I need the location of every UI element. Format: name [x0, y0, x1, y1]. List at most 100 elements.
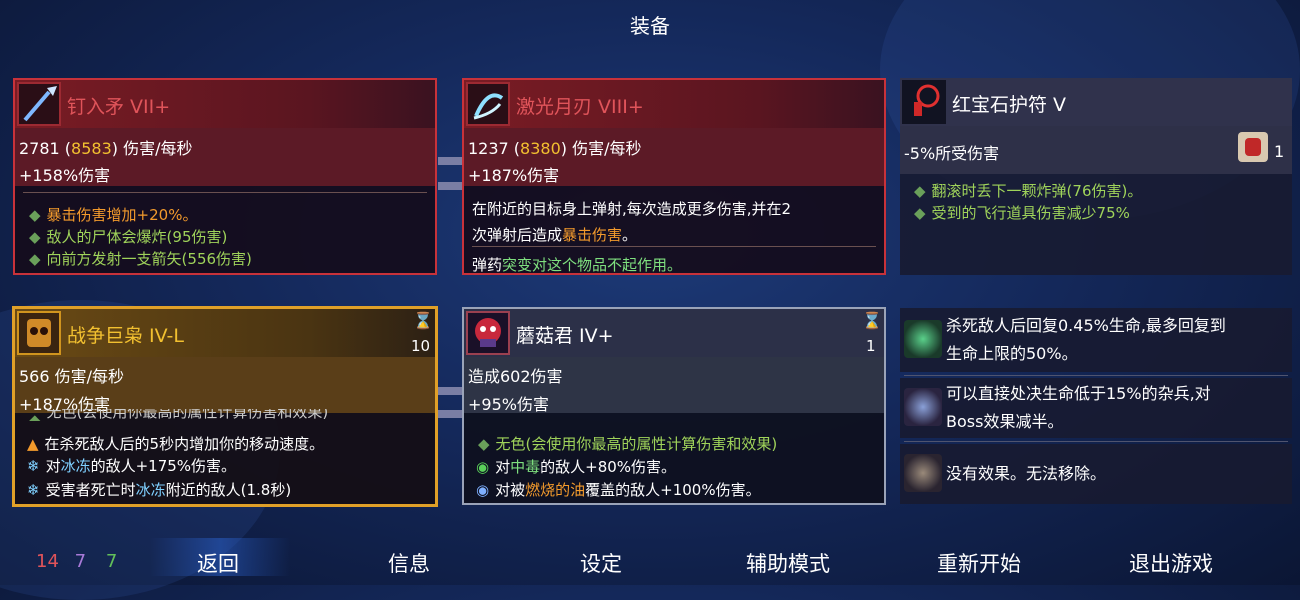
bullet-icon: ◆ — [29, 411, 41, 421]
description-text: 次弹射后造成 — [472, 226, 563, 244]
effect-text: 无色(会使用你最高的属性计算伤害和效果) — [46, 409, 329, 421]
swap-arrow-icon[interactable] — [438, 182, 464, 190]
bullet-icon: ◆ — [914, 204, 926, 222]
divider — [904, 375, 1288, 376]
item-name: 激光月刃 VIII+ — [516, 96, 644, 118]
note-text: 弹药 — [472, 256, 503, 274]
poison-icon: ◉ — [476, 458, 490, 476]
nav-restart-button[interactable]: 重新开始 — [937, 548, 1021, 578]
effect-text: 的敌人+80%伤害。 — [540, 458, 677, 476]
effect-line: ◉ 对被燃烧的油覆盖的敌人+100%伤害。 — [476, 479, 761, 500]
dps-base: 1237 — [468, 139, 509, 158]
bullet-icon: ◆ — [29, 228, 41, 246]
effect-line: ◆ 翻滚时丢下一颗炸弹(76伤害)。 — [914, 180, 1142, 201]
weapon-card-1[interactable]: 钉入矛 VII+ 2781 (8583) 伤害/每秒 +158%伤害 ◆ 暴击伤害… — [13, 78, 437, 275]
freeze-icon: ❄ — [27, 481, 40, 499]
nav-quit-button[interactable]: 退出游戏 — [1129, 548, 1213, 578]
dps-line: 2781 (8583) 伤害/每秒 — [19, 139, 193, 158]
dps-line: 1237 (8380) 伤害/每秒 — [468, 139, 642, 158]
mutation-note: 弹药突变对这个物品不起作用。 — [472, 254, 682, 275]
mutation-item-1[interactable]: 杀死敌人后回复0.45%生命,最多回复到 生命上限的50%。 — [900, 308, 1292, 372]
scroll-counts: 14 7 7 — [36, 551, 117, 572]
execution-icon — [904, 388, 942, 426]
mutation-line: 杀死敌人后回复0.45%生命,最多回复到 — [946, 316, 1226, 335]
effect-text: 对被 — [495, 481, 526, 499]
dps-max: 8583 — [71, 139, 112, 158]
ruby-amulet-icon — [902, 80, 946, 124]
effect-text: 无色(会使用你最高的属性计算伤害和效果) — [495, 435, 778, 453]
item-name: 蘑菇君 IV+ — [516, 325, 614, 347]
description-line: 次弹射后造成暴击伤害。 — [472, 224, 637, 245]
bullet-icon: ◆ — [914, 182, 926, 200]
skill-card-2[interactable]: 蘑菇君 IV+ ⌛ 1 造成602伤害 +95%伤害 ◆ 无色(会使用你最高的属性… — [462, 307, 886, 505]
mutation-line: Boss效果减半。 — [946, 412, 1064, 431]
description-line: 在附近的目标身上弹射,每次造成更多伤害,并在2 — [472, 200, 792, 218]
fist-shape — [1245, 138, 1261, 156]
nav-settings-button[interactable]: 设定 — [580, 548, 622, 578]
swap-arrow-icon[interactable] — [438, 157, 464, 165]
nav-info-button[interactable]: 信息 — [388, 548, 430, 578]
page-title: 装备 — [630, 14, 670, 38]
effect-line-cut: ◆ 无色(会使用你最高的属性计算伤害和效果) — [29, 409, 328, 421]
effect-line: ▲ 在杀死敌人后的5秒内增加你的移动速度。 — [27, 433, 324, 454]
bullet-icon: ◆ — [29, 206, 41, 224]
brutality-count: 14 — [36, 551, 59, 572]
damage-bonus: +158%伤害 — [19, 166, 111, 185]
effect-line: ◆ 敌人的尸体会爆炸(95伤害) — [29, 226, 227, 247]
divider — [904, 441, 1288, 442]
oil-keyword: 燃烧的油 — [525, 481, 586, 499]
mutation-line: 没有效果。无法移除。 — [946, 464, 1107, 483]
tactics-count: 7 — [74, 551, 87, 572]
effect-text: 向前方发射一支箭矢(556伤害) — [46, 250, 252, 268]
swap-arrow-icon[interactable] — [438, 410, 464, 418]
damage-bonus: +95%伤害 — [468, 395, 549, 414]
skull-heal-icon — [904, 320, 942, 358]
effect-line: ◆ 暴击伤害增加+20%。 — [29, 204, 197, 225]
bullet-icon: ◆ — [29, 250, 41, 268]
dps-unit: 伤害/每秒 — [572, 139, 642, 158]
swap-arrow-icon[interactable] — [438, 387, 464, 395]
freeze-icon: ❄ — [27, 457, 40, 475]
skill-card-1[interactable]: 战争巨枭 IV-L ⌛ 10 566 伤害/每秒 +187%伤害 ◆ 无色(会使用… — [12, 306, 438, 507]
speed-icon: ▲ — [27, 435, 39, 453]
mutation-line: 可以直接处决生命低于15%的杂兵,对 — [946, 384, 1211, 403]
war-owl-icon — [17, 311, 61, 355]
effect-text: 在杀死敌人后的5秒内增加你的移动速度。 — [44, 435, 325, 453]
freeze-keyword: 冰冻 — [135, 481, 166, 499]
effect-text: 受到的飞行道具伤害减少75% — [931, 204, 1130, 222]
amulet-count: 1 — [1274, 142, 1285, 161]
effect-line: ◆ 无色(会使用你最高的属性计算伤害和效果) — [478, 433, 777, 454]
item-name: 钉入矛 VII+ — [67, 96, 171, 118]
nav-back-button[interactable]: 返回 — [197, 548, 239, 578]
survival-count: 7 — [105, 551, 118, 572]
bullet-icon: ◆ — [478, 435, 490, 453]
cursed-icon — [904, 454, 942, 492]
dps-line: 566 伤害/每秒 — [19, 367, 125, 386]
freeze-keyword: 冰冻 — [60, 457, 91, 475]
effect-text: 敌人的尸体会爆炸(95伤害) — [46, 228, 228, 246]
nav-assist-mode-button[interactable]: 辅助模式 — [746, 548, 830, 578]
laser-glaive-icon — [466, 82, 510, 126]
item-name: 红宝石护符 V — [952, 94, 1067, 116]
oil-icon: ◉ — [476, 481, 490, 499]
effect-text: 附近的敌人(1.8秒) — [165, 481, 292, 499]
crit-keyword: 暴击伤害 — [562, 226, 623, 244]
poison-keyword: 中毒 — [510, 458, 541, 476]
mutation-item-3[interactable]: 没有效果。无法移除。 — [900, 444, 1292, 504]
effect-line: ❄ 受害者死亡时冰冻附近的敌人(1.8秒) — [27, 479, 291, 500]
effect-text: 的敌人+175%伤害。 — [90, 457, 237, 475]
cooldown-timer: 1 — [866, 337, 876, 355]
divider — [23, 192, 427, 193]
mushroom-boi-icon — [466, 311, 510, 355]
effect-line: ◆ 受到的飞行道具伤害减少75% — [914, 202, 1130, 223]
weapon-card-2[interactable]: 激光月刃 VIII+ 1237 (8380) 伤害/每秒 +187%伤害 在附近… — [462, 78, 886, 275]
amulet-card[interactable]: 红宝石护符 V -5%所受伤害 1 ◆ 翻滚时丢下一颗炸弹(76伤害)。 ◆ 受到的… — [900, 78, 1292, 275]
damage-line: 造成602伤害 — [468, 367, 563, 386]
hourglass-icon: ⌛ — [862, 311, 882, 330]
mutation-item-2[interactable]: 可以直接处决生命低于15%的杂兵,对 Boss效果减半。 — [900, 378, 1292, 438]
dps-unit: 伤害/每秒 — [123, 139, 193, 158]
effect-line: ◉ 对中毒的敌人+80%伤害。 — [476, 456, 676, 477]
damage-bonus: +187%伤害 — [468, 166, 560, 185]
dps-base: 2781 — [19, 139, 60, 158]
spear-icon — [17, 82, 61, 126]
